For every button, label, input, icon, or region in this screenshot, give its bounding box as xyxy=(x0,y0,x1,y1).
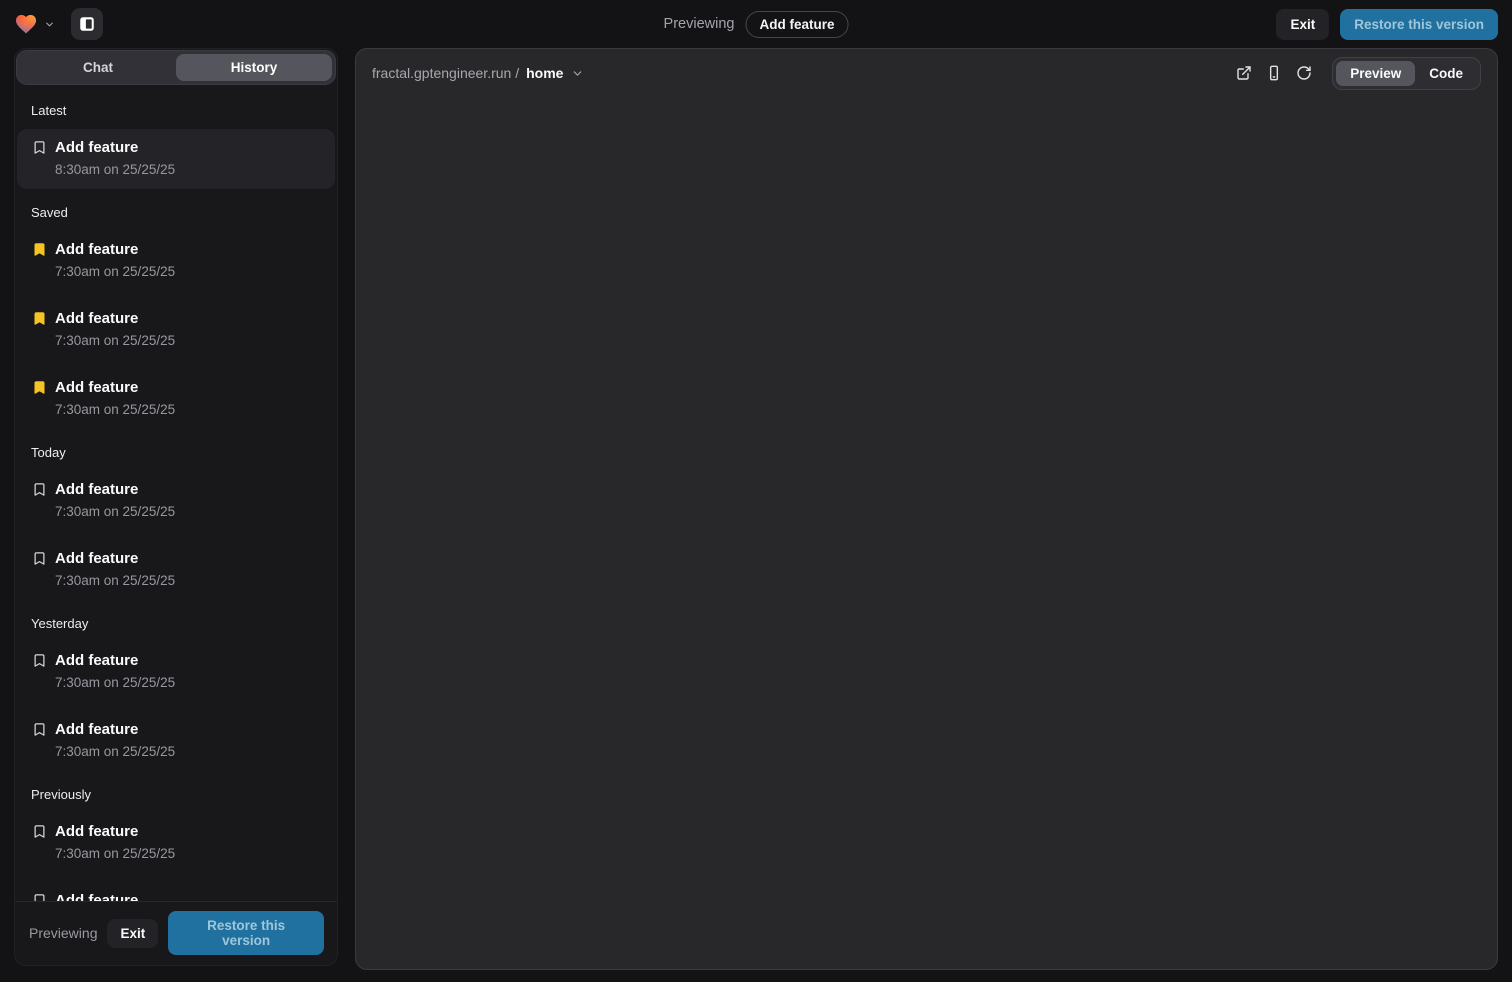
footer-exit-button[interactable]: Exit xyxy=(107,919,158,948)
url-page: home xyxy=(526,65,563,81)
history-item[interactable]: Add feature 7:30am on 25/25/25 xyxy=(17,231,335,291)
history-section-items: Add feature 7:30am on 25/25/25 Add featu… xyxy=(17,642,335,771)
history-section: Yesterday Add feature 7:30am on 25/25/25… xyxy=(17,616,335,771)
bookmark-outline-icon xyxy=(29,548,49,566)
history-item-title: Add feature xyxy=(55,719,175,741)
tab-code[interactable]: Code xyxy=(1415,61,1477,86)
history-item-timestamp: 7:30am on 25/25/25 xyxy=(55,330,175,352)
open-external-button[interactable] xyxy=(1232,61,1256,85)
history-item[interactable]: Add feature 7:30am on 25/25/25 xyxy=(17,813,335,873)
history-section: Latest Add feature 8:30am on 25/25/25 xyxy=(17,103,335,189)
url-chevron-down-icon xyxy=(571,67,584,80)
bookmark-filled-icon xyxy=(29,377,49,395)
topbar-left xyxy=(14,8,103,40)
lovable-heart-icon[interactable] xyxy=(14,12,38,36)
chevron-down-icon[interactable] xyxy=(44,19,55,30)
bookmark-outline-icon xyxy=(29,719,49,737)
refresh-button[interactable] xyxy=(1292,61,1316,85)
bookmark-outline-icon xyxy=(29,821,49,839)
history-item[interactable]: Add feature 7:30am on 25/25/25 xyxy=(17,300,335,360)
history-item-title: Add feature xyxy=(55,239,175,261)
preview-actions: Preview Code xyxy=(1232,57,1481,90)
history-item[interactable]: Add feature 7:30am on 25/25/25 xyxy=(17,369,335,429)
history-item[interactable]: Add feature 7:30am on 25/25/25 xyxy=(17,540,335,600)
topbar-right: Exit Restore this version xyxy=(1276,9,1498,40)
bookmark-outline-icon xyxy=(29,479,49,497)
bookmark-filled-icon xyxy=(29,308,49,326)
history-section-items: Add feature 8:30am on 25/25/25 xyxy=(17,129,335,189)
bookmark-filled-icon xyxy=(29,239,49,257)
history-item-title: Add feature xyxy=(55,377,175,399)
preview-panel: fractal.gptengineer.run / home xyxy=(355,48,1498,970)
history-item[interactable]: Add feature 7:30am on 25/25/25 xyxy=(17,642,335,702)
tab-history[interactable]: History xyxy=(176,54,332,81)
history-section-title: Yesterday xyxy=(31,616,321,631)
history-item-title: Add feature xyxy=(55,650,175,672)
history-section-title: Saved xyxy=(31,205,321,220)
sidebar-tabs: ChatHistory xyxy=(16,50,336,85)
history-item-timestamp: 7:30am on 25/25/25 xyxy=(55,741,175,763)
bookmark-outline-icon xyxy=(29,650,49,668)
tab-preview[interactable]: Preview xyxy=(1336,61,1415,86)
history-item-title: Add feature xyxy=(55,137,175,159)
history-item-timestamp: 7:30am on 25/25/25 xyxy=(55,672,175,694)
history-item-timestamp: 8:30am on 25/25/25 xyxy=(55,159,175,181)
history-item-timestamp: 7:30am on 25/25/25 xyxy=(55,399,175,421)
history-section: Today Add feature 7:30am on 25/25/25 Add… xyxy=(17,445,335,600)
external-link-icon xyxy=(1236,65,1252,81)
history-section-title: Previously xyxy=(31,787,321,802)
history-item-title: Add feature xyxy=(55,548,175,570)
url-bar[interactable]: fractal.gptengineer.run / home xyxy=(372,65,584,81)
history-item-title: Add feature xyxy=(55,890,175,901)
bookmark-outline-icon xyxy=(29,137,49,155)
url-prefix: fractal.gptengineer.run / xyxy=(372,65,519,81)
history-item[interactable]: Add feature 7:30am on 25/25/25 xyxy=(17,711,335,771)
footer-previewing-label: Previewing xyxy=(28,925,97,941)
history-item[interactable]: Add feature 8:30am on 25/25/25 xyxy=(17,129,335,189)
history-section: Previously Add feature 7:30am on 25/25/2… xyxy=(17,787,335,901)
history-list[interactable]: Latest Add feature 8:30am on 25/25/25 Sa… xyxy=(15,86,337,901)
preview-viewport[interactable] xyxy=(356,97,1497,969)
tab-chat[interactable]: Chat xyxy=(20,54,176,81)
history-section-items: Add feature 7:30am on 25/25/25 Add featu… xyxy=(17,471,335,600)
main-row: ChatHistory Latest Add feature 8:30am on… xyxy=(0,48,1512,982)
mobile-view-button[interactable] xyxy=(1262,61,1286,85)
topbar: Previewing Add feature Exit Restore this… xyxy=(0,0,1512,48)
footer-restore-version-button[interactable]: Restore this version xyxy=(168,911,324,955)
preview-header: fractal.gptengineer.run / home xyxy=(356,49,1497,97)
topbar-center: Previewing Add feature xyxy=(664,0,849,48)
history-section: Saved Add feature 7:30am on 25/25/25 Add… xyxy=(17,205,335,429)
history-section-items: Add feature 7:30am on 25/25/25 Add featu… xyxy=(17,231,335,429)
history-item-timestamp: 7:30am on 25/25/25 xyxy=(55,261,175,283)
refresh-icon xyxy=(1296,65,1312,81)
history-item-timestamp: 7:30am on 25/25/25 xyxy=(55,570,175,592)
panel-left-icon xyxy=(78,15,96,33)
history-item-title: Add feature xyxy=(55,821,175,843)
history-item-title: Add feature xyxy=(55,479,175,501)
history-item[interactable]: Add feature 7:30am on 25/25/25 xyxy=(17,471,335,531)
version-badge[interactable]: Add feature xyxy=(745,11,848,38)
history-section-items: Add feature 7:30am on 25/25/25 Add featu… xyxy=(17,813,335,901)
history-item-timestamp: 7:30am on 25/25/25 xyxy=(55,843,175,865)
exit-button[interactable]: Exit xyxy=(1276,9,1329,40)
restore-version-button[interactable]: Restore this version xyxy=(1340,9,1498,40)
history-item[interactable]: Add feature 7:30am on 25/25/25 xyxy=(17,882,335,901)
history-item-timestamp: 7:30am on 25/25/25 xyxy=(55,501,175,523)
smartphone-icon xyxy=(1266,65,1282,81)
panel-left-toggle-button[interactable] xyxy=(71,8,103,40)
history-sidebar: ChatHistory Latest Add feature 8:30am on… xyxy=(14,48,338,966)
bookmark-outline-icon xyxy=(29,890,49,901)
view-toggle: Preview Code xyxy=(1332,57,1481,90)
sidebar-footer: Previewing Exit Restore this version xyxy=(15,901,337,965)
previewing-label: Previewing xyxy=(664,16,735,32)
history-section-title: Latest xyxy=(31,103,321,118)
history-item-title: Add feature xyxy=(55,308,175,330)
history-section-title: Today xyxy=(31,445,321,460)
